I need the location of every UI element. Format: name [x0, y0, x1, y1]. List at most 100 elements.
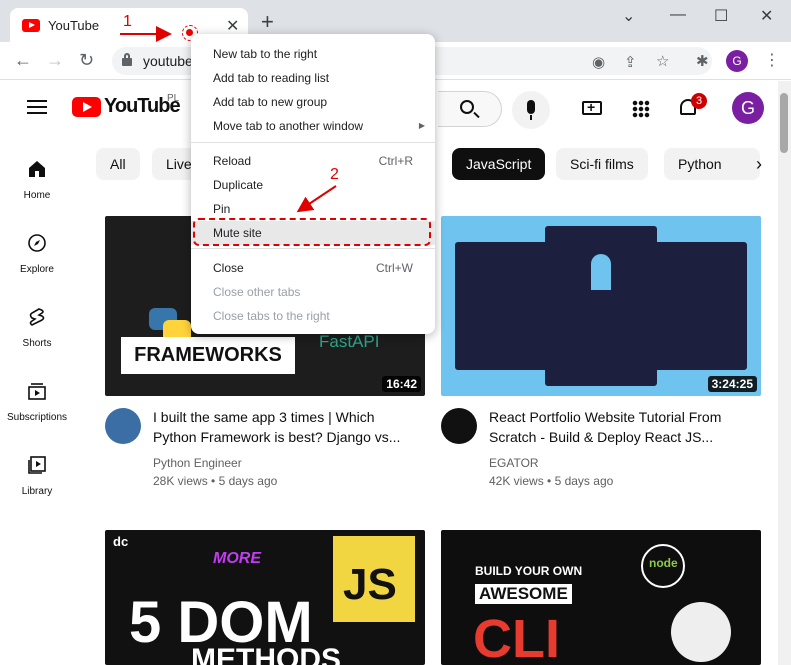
menu-item-label: Close — [213, 261, 244, 275]
youtube-logo-icon[interactable] — [72, 97, 101, 117]
profile-avatar[interactable]: G — [726, 50, 748, 72]
share-icon[interactable]: ⇪ — [624, 53, 637, 71]
sidebar-label: Library — [21, 486, 53, 497]
mute-site-highlight — [193, 218, 431, 246]
menu-shortcut: Ctrl+R — [378, 154, 413, 168]
account-avatar[interactable]: G — [732, 92, 764, 124]
bookmark-star-icon[interactable]: ☆ — [656, 52, 669, 70]
menu-separator — [191, 142, 435, 143]
url-text[interactable]: youtube — [143, 53, 193, 69]
extensions-icon[interactable]: ✱ — [696, 52, 709, 70]
menu-item-close-others[interactable]: Close other tabs — [191, 280, 435, 304]
chip-python[interactable]: Python — [664, 148, 760, 180]
video-title[interactable]: React Portfolio Website Tutorial From Sc… — [489, 407, 749, 447]
menu-item-reload[interactable]: Reload Ctrl+R — [191, 149, 435, 173]
eye-off-icon[interactable]: ◉ — [592, 53, 605, 71]
video-thumbnail[interactable]: BUILD YOUR OWN AWESOME CLI node — [441, 530, 761, 665]
voice-search-button[interactable] — [512, 91, 550, 129]
video-title[interactable]: I built the same app 3 times | Which Pyt… — [153, 407, 413, 447]
thumbnail-subcaption: METHODS — [191, 643, 341, 665]
video-meta: 42K views • 5 days ago — [489, 474, 614, 488]
menu-item-label: Close tabs to the right — [213, 309, 330, 323]
menu-item-close-right[interactable]: Close tabs to the right — [191, 304, 435, 328]
chip-javascript[interactable]: JavaScript — [452, 148, 546, 180]
sidebar-item-library[interactable]: Library — [0, 455, 74, 499]
chip-sci-fi-films[interactable]: Sci-fi films — [556, 148, 648, 180]
sidebar-label: Explore — [20, 264, 54, 275]
chip-all[interactable]: All — [96, 148, 140, 180]
menu-item-duplicate[interactable]: Duplicate — [191, 173, 435, 197]
channel-avatar[interactable] — [441, 408, 477, 444]
new-tab-button[interactable]: + — [261, 11, 274, 33]
minimize-button[interactable]: — — [670, 6, 686, 24]
video-meta: 28K views • 5 days ago — [153, 474, 278, 488]
menu-item-label: Duplicate — [213, 178, 264, 192]
meme-face-icon — [671, 602, 731, 662]
annotation-step-1: 1 — [123, 13, 132, 30]
forward-button[interactable]: → — [46, 50, 64, 71]
thumbnail-mockup — [455, 242, 555, 370]
thumbnail-tag: FastAPI — [319, 332, 380, 351]
thumbnail-portrait — [591, 254, 611, 290]
sidebar-label: Subscriptions — [6, 412, 68, 423]
video-thumbnail[interactable]: 3:24:25 — [441, 216, 761, 396]
menu-item-label: New tab to the right — [213, 47, 318, 61]
subscriptions-icon — [28, 383, 46, 400]
scrollbar-thumb[interactable] — [780, 93, 788, 153]
notification-badge: 3 — [691, 93, 707, 109]
menu-item-label: Move tab to another window — [213, 119, 364, 133]
reload-button[interactable]: ↻ — [79, 50, 94, 71]
menu-item-close[interactable]: Close Ctrl+W — [191, 256, 435, 280]
tab-context-menu: New tab to the right Add tab to reading … — [191, 34, 435, 334]
create-video-icon[interactable] — [582, 99, 602, 115]
search-button[interactable] — [438, 91, 502, 127]
library-icon — [28, 456, 46, 474]
video-age: 5 days ago — [218, 474, 278, 488]
video-thumbnail[interactable]: dc MORE JS 5 DOM METHODS — [105, 530, 425, 665]
back-button[interactable]: ← — [14, 50, 32, 71]
lock-icon[interactable] — [122, 53, 132, 66]
menu-item-add-to-group[interactable]: Add tab to new group — [191, 90, 435, 114]
video-channel[interactable]: EGATOR — [489, 456, 539, 470]
sidebar-item-shorts[interactable]: Shorts — [0, 307, 74, 351]
thumbnail-mockup — [545, 226, 657, 386]
js-logo-icon: JS — [333, 536, 415, 622]
channel-avatar[interactable] — [105, 408, 141, 444]
region-code: PL — [167, 93, 180, 104]
thumbnail-caption: FRAMEWORKS — [121, 337, 295, 374]
search-icon — [460, 100, 474, 114]
menu-item-move-tab[interactable]: Move tab to another window ▶ — [191, 114, 435, 138]
tab-search-icon[interactable]: ⌄ — [622, 6, 635, 26]
sidebar-item-home[interactable]: Home — [0, 159, 74, 203]
menu-separator — [191, 248, 435, 249]
menu-item-label: Add tab to reading list — [213, 71, 330, 85]
menu-kebab-icon[interactable]: ⋮ — [764, 50, 780, 70]
node-logo-icon: node — [641, 544, 685, 588]
tab-title: YouTube — [48, 18, 100, 33]
video-channel[interactable]: Python Engineer — [153, 456, 242, 470]
thumbnail-badge: MORE — [213, 550, 261, 567]
video-age: 5 days ago — [554, 474, 614, 488]
sidebar-label: Home — [23, 190, 51, 201]
page-scrollbar[interactable] — [778, 81, 791, 665]
thumbnail-caption: BUILD YOUR OWN — [475, 564, 583, 578]
chips-next-arrow-icon[interactable]: › — [756, 154, 762, 175]
home-icon — [29, 161, 45, 177]
sidebar-item-subscriptions[interactable]: Subscriptions — [0, 381, 74, 425]
close-window-button[interactable]: ✕ — [760, 6, 773, 26]
menu-item-new-tab-right[interactable]: New tab to the right — [191, 42, 435, 66]
maximize-button[interactable]: ☐ — [714, 6, 728, 26]
apps-grid-icon[interactable] — [632, 100, 650, 118]
sidebar-label: Shorts — [22, 338, 52, 349]
menu-item-add-reading-list[interactable]: Add tab to reading list — [191, 66, 435, 90]
menu-item-label: Add tab to new group — [213, 95, 328, 109]
tab-close-icon[interactable]: ✕ — [226, 16, 239, 36]
shorts-icon — [29, 308, 45, 326]
thumbnail-caption: AWESOME — [475, 584, 572, 604]
video-duration: 16:42 — [382, 376, 421, 392]
hamburger-menu-icon[interactable] — [27, 100, 47, 114]
menu-shortcut: Ctrl+W — [376, 261, 413, 275]
menu-item-label: Close other tabs — [213, 285, 301, 299]
video-views: 42K views — [489, 474, 544, 488]
sidebar-item-explore[interactable]: Explore — [0, 233, 74, 277]
